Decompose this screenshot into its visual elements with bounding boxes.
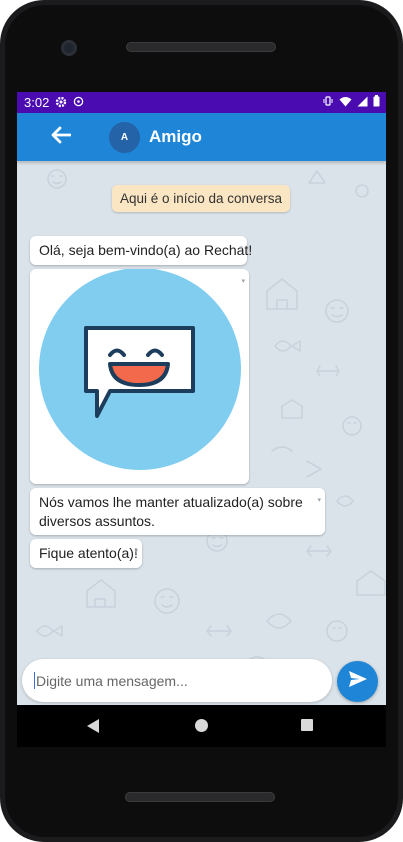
arrow-left-icon [51,126,72,149]
nav-recent-icon[interactable] [301,719,313,731]
message-input-container [22,659,332,702]
message-text: Nós vamos lhe manter atualizado(a) sobre… [39,494,303,529]
status-time: 3:02 [24,95,50,110]
conversation-start-text: Aqui é o início da conversa [119,191,283,206]
bubble-tail-icon: ▾ [317,497,321,504]
status-bar: 3:02 [17,92,386,113]
send-icon [348,670,368,693]
whatsapp-icon [73,96,84,109]
vibrate-icon [322,95,334,110]
bubble-tail-icon: ▾ [239,245,243,252]
top-speaker [126,42,276,52]
bubble-tail-icon: ▾ [134,548,138,555]
gear-icon [55,96,67,110]
message-text: Fique atento(a)! [39,545,138,561]
conversation-start-notice: Aqui é o início da conversa [112,185,290,212]
screen: 3:02 A Amigo Aqui é o início da conversa… [17,92,386,705]
send-button[interactable] [337,661,378,702]
system-navigation-bar [17,705,386,747]
signal-icon [357,95,368,110]
battery-icon [373,95,380,110]
message-bubble[interactable]: Olá, seja bem-vindo(a) ao Rechat! ▾ [30,236,252,265]
image-message-bubble[interactable]: ▾ [30,269,249,484]
message-text: Olá, seja bem-vindo(a) ao Rechat! [39,242,253,258]
message-bubble[interactable]: Fique atento(a)! ▾ [30,539,142,568]
wifi-icon [339,95,352,110]
phone-frame: 3:02 A Amigo Aqui é o início da conversa… [0,0,403,842]
app-bar: A Amigo [17,113,386,161]
status-icons-right [322,95,380,110]
front-camera [61,40,77,56]
bottom-speaker [125,792,275,802]
contact-avatar[interactable]: A [109,122,140,153]
contact-name[interactable]: Amigo [149,127,202,147]
back-button[interactable] [47,124,75,150]
nav-home-icon[interactable] [195,719,208,732]
chat-area[interactable]: Aqui é o início da conversa Olá, seja be… [17,161,386,705]
message-input[interactable] [34,665,323,697]
smiling-chat-bubble-logo [39,269,241,470]
message-bubble[interactable]: Nós vamos lhe manter atualizado(a) sobre… [30,488,325,535]
nav-back-icon[interactable] [87,719,99,733]
